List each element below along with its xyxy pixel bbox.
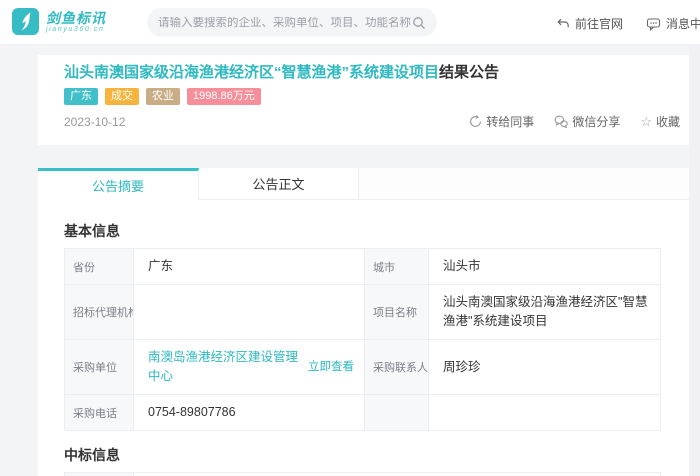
tab-strip-filler (359, 168, 700, 200)
forward-icon (469, 115, 482, 128)
tab-fulltext[interactable]: 公告正文 (199, 168, 359, 200)
notice-title-highlight: 汕头南澳国家级沿海渔港经济区“智慧渔港”系统建设项目 (64, 64, 440, 81)
agency-value (133, 284, 365, 340)
province-value: 广东 (133, 248, 365, 285)
global-search (147, 8, 437, 37)
message-icon (646, 17, 661, 31)
contact-value: 周珍珍 (428, 339, 661, 395)
brand-domain: jianyu360.cn (46, 25, 105, 33)
empty-label-cell (364, 394, 429, 431)
city-value: 汕头市 (428, 248, 661, 285)
notice-title: 汕头南澳国家级沿海渔港经济区“智慧渔港”系统建设项目结果公告 (64, 62, 680, 83)
publish-date: 2023-10-12 (64, 114, 126, 129)
section-heading-basic: 基本信息 (64, 223, 120, 239)
detail-card: 公告摘要 公告正文 基本信息 省份 广东 城市 汕头市 招标代理机构 项目名称 … (38, 168, 700, 476)
search-input[interactable] (158, 16, 412, 29)
return-icon (556, 17, 570, 30)
tag-amount: 1998.86万元 (187, 88, 261, 105)
message-center-link[interactable]: 消息中心 (646, 15, 700, 32)
section-heading-award: 中标信息 (64, 447, 120, 463)
wechat-share-label: 微信分享 (572, 115, 621, 129)
table-row: 采购单位 南澳岛渔港经济区建设管理中心 立即查看 采购联系人 周珍珍 (64, 339, 661, 395)
brand-name: 剑鱼标讯 (46, 9, 106, 26)
award-info-table: 中标单位 浪潮软件科技有限公司 中标金额(元) 19988600 (64, 472, 661, 476)
vertical-scrollbar[interactable] (689, 45, 700, 476)
notice-actions: 转给同事 微信分享 ☆ 收藏 (469, 113, 680, 130)
buyer-link[interactable]: 南澳岛渔港经济区建设管理中心 (148, 348, 300, 386)
goto-official-link[interactable]: 前往官网 (556, 15, 623, 32)
wechat-share-action[interactable]: 微信分享 (554, 113, 620, 130)
search-icon[interactable] (412, 16, 426, 30)
table-row: 省份 广东 城市 汕头市 (64, 248, 661, 285)
empty-value-cell (428, 394, 661, 431)
favorite-action[interactable]: ☆ 收藏 (640, 113, 680, 130)
forward-label: 转给同事 (486, 115, 535, 129)
table-row: 采购电话 0754-89807786 (64, 394, 661, 431)
agency-label: 招标代理机构 (64, 284, 134, 340)
star-icon: ☆ (640, 114, 652, 129)
table-row: 中标单位 浪潮软件科技有限公司 (64, 472, 661, 476)
notice-card: 汕头南澳国家级沿海渔港经济区“智慧渔港”系统建设项目结果公告 广东 成交 农业 … (38, 55, 700, 145)
brand-logo[interactable]: 剑鱼标讯 jianyu360.cn (12, 8, 106, 35)
favorite-label: 收藏 (655, 115, 680, 129)
city-label: 城市 (364, 248, 429, 285)
fish-logo-icon (12, 8, 39, 35)
table-row: 招标代理机构 项目名称 汕头南澳国家级沿海渔港经济区"智慧渔港"系统建设项目 (64, 284, 661, 340)
phone-value: 0754-89807786 (133, 394, 365, 431)
goto-official-label: 前往官网 (575, 17, 624, 31)
notice-title-suffix: 结果公告 (439, 64, 500, 81)
view-now-link[interactable]: 立即查看 (308, 358, 354, 377)
project-name-value: 汕头南澳国家级沿海渔港经济区"智慧渔港"系统建设项目 (428, 284, 661, 340)
tag-status: 成交 (105, 88, 139, 105)
winner-label: 中标单位 (64, 472, 134, 476)
basic-info-table: 省份 广东 城市 汕头市 招标代理机构 项目名称 汕头南澳国家级沿海渔港经济区"… (64, 248, 661, 431)
province-label: 省份 (64, 248, 134, 285)
tag-region: 广东 (64, 88, 98, 105)
wechat-icon (554, 115, 569, 128)
forward-action[interactable]: 转给同事 (469, 113, 534, 130)
message-center-label: 消息中心 (666, 17, 700, 31)
tab-summary[interactable]: 公告摘要 (38, 168, 199, 200)
project-name-label: 项目名称 (364, 284, 429, 340)
tag-list: 广东 成交 农业 1998.86万元 (64, 88, 680, 105)
buyer-label: 采购单位 (64, 339, 134, 395)
tag-industry: 农业 (146, 88, 180, 105)
top-header: 剑鱼标讯 jianyu360.cn 前往官网 (0, 0, 700, 44)
phone-label: 采购电话 (64, 394, 134, 431)
contact-label: 采购联系人 (364, 339, 429, 395)
tab-strip: 公告摘要 公告正文 (38, 168, 700, 200)
